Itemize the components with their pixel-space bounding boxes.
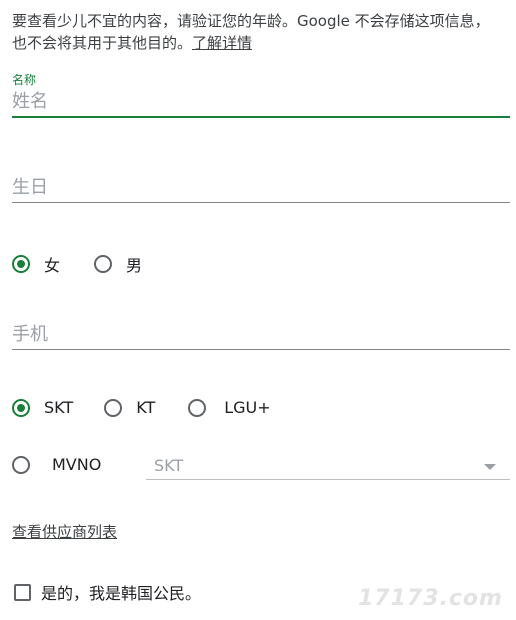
name-field-underline [12, 116, 510, 118]
age-verification-intro: 要查看少儿不宜的内容，请验证您的年龄。Google 不会存储这项信息，也不会将其… [12, 10, 502, 54]
mvno-select-value: SKT [154, 456, 184, 475]
phone-input[interactable] [12, 321, 510, 349]
view-carrier-list-link[interactable]: 查看供应商列表 [12, 521, 117, 542]
mvno-select-underline [146, 479, 510, 480]
mvno-carrier-select[interactable]: SKT [146, 454, 510, 480]
carrier-kt-radio[interactable] [104, 398, 123, 417]
carrier-radio-group: SKT KT LGU+ [12, 398, 271, 417]
citizen-confirmation: 是的，我是韩国公民。 [14, 580, 201, 604]
name-field-label: 名称 [12, 73, 37, 87]
dropdown-arrow-icon [484, 464, 496, 470]
carrier-lgu-radio[interactable] [188, 398, 207, 417]
carrier-kt-label[interactable]: KT [136, 398, 155, 417]
carrier-lgu-label[interactable]: LGU+ [224, 398, 270, 417]
carrier-mvno-radio[interactable] [12, 455, 30, 474]
gender-radio-group: 女 男 [12, 252, 142, 276]
carrier-skt-label[interactable]: SKT [44, 398, 73, 417]
carrier-mvno-row: MVNO [12, 455, 101, 474]
birthday-input[interactable] [12, 174, 510, 202]
phone-field-underline [12, 349, 510, 350]
gender-male-label[interactable]: 男 [126, 252, 142, 276]
name-input[interactable] [12, 88, 510, 116]
birthday-field[interactable] [12, 174, 510, 203]
carrier-skt-radio[interactable] [12, 398, 30, 417]
name-field[interactable]: 名称 [12, 72, 510, 118]
birthday-field-underline [12, 202, 510, 203]
site-watermark: 17173.com [358, 586, 503, 611]
citizen-checkbox-label[interactable]: 是的，我是韩国公民。 [41, 580, 201, 604]
gender-female-radio[interactable] [12, 255, 30, 273]
phone-field[interactable] [12, 321, 510, 350]
gender-male-radio[interactable] [94, 255, 113, 273]
gender-female-label[interactable]: 女 [44, 252, 60, 276]
citizen-checkbox[interactable] [14, 583, 31, 601]
learn-more-link[interactable]: 了解详情 [192, 34, 252, 52]
carrier-mvno-label[interactable]: MVNO [52, 455, 101, 474]
